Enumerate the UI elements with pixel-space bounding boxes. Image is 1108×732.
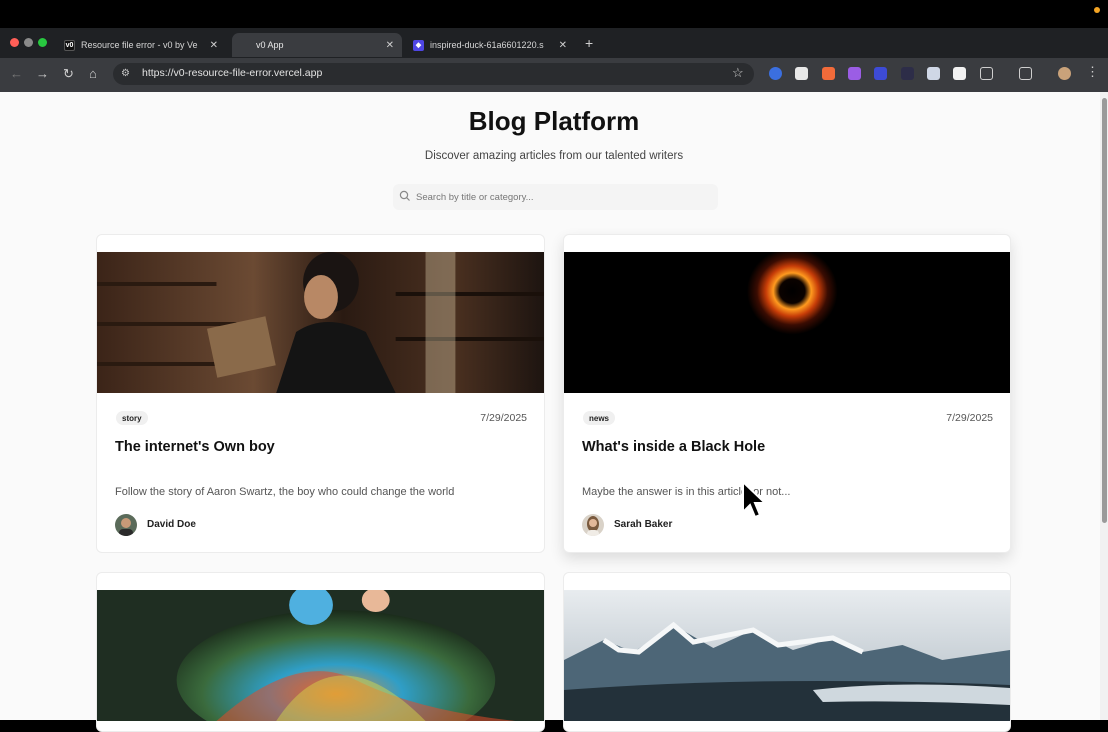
bookmark-star-icon[interactable]: ☆ xyxy=(732,65,744,81)
maximize-window-button[interactable] xyxy=(38,38,47,47)
os-menu-strip xyxy=(0,0,1108,28)
profile-avatar[interactable] xyxy=(1058,67,1071,80)
site-info-icon[interactable]: ⚙ xyxy=(121,68,130,79)
mouse-cursor-icon xyxy=(742,480,767,519)
extension-icon[interactable] xyxy=(874,67,887,80)
close-window-button[interactable] xyxy=(10,38,19,47)
tab-resource-file-error[interactable]: v0 Resource file error - v0 by Ve ✕ xyxy=(56,33,226,57)
home-icon[interactable]: ⌂ xyxy=(89,66,97,82)
author-avatar xyxy=(115,514,137,536)
tab-inspired-duck[interactable]: ◆ inspired-duck-61a6601220.s ✕ xyxy=(405,33,575,57)
tab-title: v0 App xyxy=(256,40,284,50)
back-icon[interactable]: ← xyxy=(10,66,23,82)
tab-title: inspired-duck-61a6601220.s xyxy=(430,40,544,50)
black-hole-image xyxy=(564,252,1010,393)
tab-close-icon[interactable]: ✕ xyxy=(210,40,218,51)
reload-icon[interactable]: ↻ xyxy=(63,66,74,82)
search-input[interactable] xyxy=(416,189,711,205)
page-title: Blog Platform xyxy=(468,106,640,136)
minimize-window-button[interactable] xyxy=(24,38,33,47)
v0-favicon-icon: v0 xyxy=(64,39,75,51)
extensions-puzzle-icon[interactable] xyxy=(980,67,993,80)
tab-close-icon[interactable]: ✕ xyxy=(559,40,567,51)
extension-icon[interactable] xyxy=(953,67,966,80)
side-panel-icon[interactable] xyxy=(1019,67,1032,80)
recording-indicator xyxy=(1094,7,1100,13)
extension-icon[interactable] xyxy=(822,67,835,80)
category-badge: story xyxy=(116,411,148,425)
extension-icon[interactable] xyxy=(927,67,940,80)
notion-extension-icon[interactable] xyxy=(795,67,808,80)
blog-card[interactable] xyxy=(96,572,545,732)
browser-menu-icon[interactable]: ⋮ xyxy=(1086,64,1099,80)
post-date: 7/29/2025 xyxy=(946,412,993,424)
url-text[interactable]: https://v0-resource-file-error.vercel.ap… xyxy=(142,67,322,79)
post-excerpt: Follow the story of Aaron Swartz, the bo… xyxy=(115,486,455,498)
page-subtitle: Discover amazing articles from our talen… xyxy=(424,150,684,162)
new-tab-icon[interactable]: + xyxy=(585,35,593,51)
category-badge: news xyxy=(583,411,616,425)
blog-card-story[interactable]: story 7/29/2025 The internet's Own boy F… xyxy=(96,234,545,553)
author-avatar xyxy=(582,514,604,536)
tab-v0-app[interactable]: v0 App ✕ xyxy=(232,33,402,57)
blog-card[interactable] xyxy=(563,572,1011,732)
post-date: 7/29/2025 xyxy=(480,412,527,424)
extension-icon[interactable] xyxy=(848,67,861,80)
mountain-landscape-image xyxy=(564,590,1010,721)
library-photo-image xyxy=(97,252,544,393)
search-icon xyxy=(399,190,410,201)
author-name: David Doe xyxy=(147,519,196,530)
blog-card-news[interactable]: news 7/29/2025 What's inside a Black Hol… xyxy=(563,234,1011,553)
author-name: Sarah Baker xyxy=(614,519,673,530)
forward-icon[interactable]: → xyxy=(36,66,49,82)
post-title[interactable]: The internet's Own boy xyxy=(115,439,275,455)
mantis-shrimp-image xyxy=(97,590,544,721)
extension-icon[interactable] xyxy=(901,67,914,80)
app-favicon-icon: ◆ xyxy=(413,39,424,51)
tab-title: Resource file error - v0 by Ve xyxy=(81,40,198,50)
extension-icon[interactable] xyxy=(769,67,782,80)
post-title[interactable]: What's inside a Black Hole xyxy=(582,439,765,455)
tab-close-icon[interactable]: ✕ xyxy=(386,40,394,51)
